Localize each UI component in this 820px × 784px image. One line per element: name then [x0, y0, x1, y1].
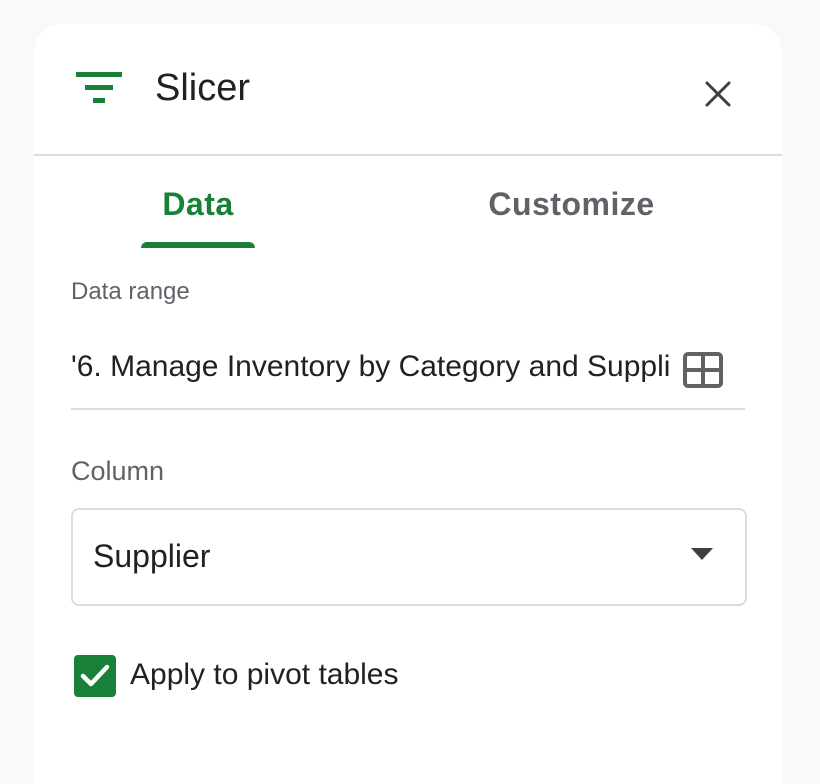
column-select-value: Supplier [93, 538, 211, 574]
data-range-label: Data range [71, 278, 190, 305]
tab-bar: Data Customize [34, 156, 782, 252]
filter-icon [76, 72, 122, 103]
slicer-panel: Slicer Data Customize Data range '6. Man… [34, 24, 782, 784]
grid-select-icon[interactable] [683, 352, 723, 388]
data-range-value: '6. Manage Inventory by Category and Sup… [71, 350, 671, 383]
close-icon [705, 81, 731, 107]
pivot-tables-label[interactable]: Apply to pivot tables [130, 658, 399, 692]
close-button[interactable] [694, 70, 742, 118]
active-tab-indicator [141, 242, 255, 248]
chevron-down-icon [691, 548, 713, 560]
panel-header: Slicer [34, 24, 782, 156]
tab-data[interactable]: Data [141, 156, 255, 252]
panel-title: Slicer [155, 67, 251, 109]
pivot-tables-checkbox[interactable] [74, 655, 116, 697]
data-range-input[interactable]: '6. Manage Inventory by Category and Sup… [71, 342, 745, 410]
column-label: Column [71, 456, 165, 486]
tab-customize[interactable]: Customize [464, 156, 679, 252]
checkmark-icon [80, 664, 110, 687]
column-select[interactable]: Supplier [71, 508, 747, 606]
